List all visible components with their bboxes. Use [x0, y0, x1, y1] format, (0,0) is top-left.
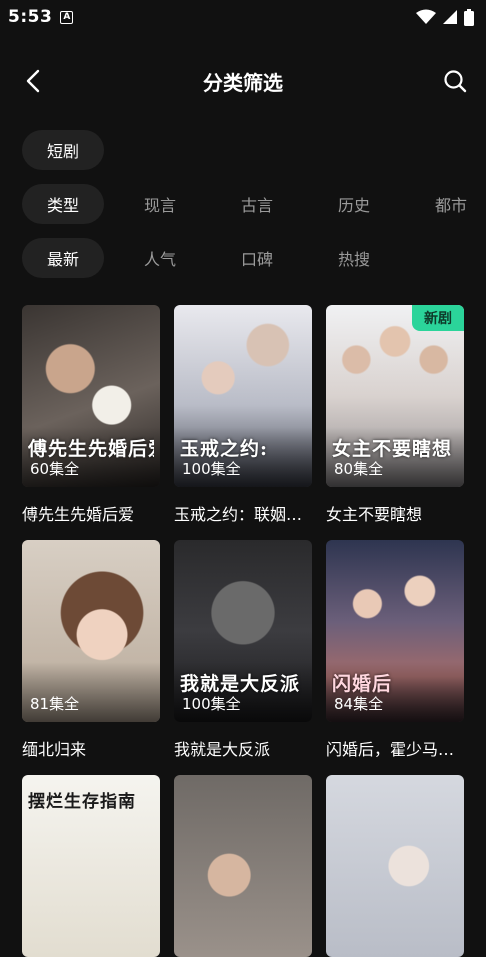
episode-count: 100集全	[182, 460, 241, 478]
drama-card[interactable]: 摆烂生存指南	[22, 775, 160, 957]
poster-title-art: 摆烂生存指南	[28, 792, 136, 812]
drama-poster: 闪婚后 84集全	[326, 540, 464, 722]
filter-chip-type[interactable]: 类型	[22, 184, 104, 224]
drama-card[interactable]: 我就是大反派 100集全 我就是大反派	[174, 540, 312, 760]
filter-row-genre: 类型 现言 古言 历史 都市	[22, 184, 486, 224]
drama-poster: 傅先生先婚后爱 60集全	[22, 305, 160, 487]
drama-poster: 新剧 女主不要瞎想 80集全	[326, 305, 464, 487]
wifi-icon	[416, 9, 436, 24]
filter-chip-modern-romance[interactable]: 现言	[119, 184, 201, 224]
chevron-left-icon	[26, 69, 40, 93]
filter-chip-reputation[interactable]: 口碑	[216, 238, 298, 278]
filter-row-category: 短剧	[22, 130, 119, 170]
drama-card[interactable]	[174, 775, 312, 957]
drama-title: 我就是大反派	[174, 740, 271, 759]
drama-title: 闪婚后，霍少马甲藏不住了	[326, 740, 464, 759]
filter-chip-urban[interactable]: 都市	[410, 184, 486, 224]
poster-title-art: 玉戒之约:	[180, 438, 269, 460]
episode-count: 80集全	[334, 460, 384, 478]
drama-title: 玉戒之约：联姻战里的真心	[174, 505, 312, 524]
drama-card[interactable]: 玉戒之约: 100集全 玉戒之约：联姻战里的真心	[174, 305, 312, 525]
status-time: 5:53	[8, 7, 53, 27]
status-bar: 5:53 A	[0, 0, 486, 34]
status-left: 5:53 A	[8, 7, 74, 27]
cellular-signal-icon	[443, 10, 457, 24]
drama-poster: 81集全	[22, 540, 160, 722]
drama-poster: 玉戒之约: 100集全	[174, 305, 312, 487]
drama-poster: 摆烂生存指南	[22, 775, 160, 957]
drama-poster	[174, 775, 312, 957]
drama-card[interactable]: 新剧 女主不要瞎想 80集全 女主不要瞎想	[326, 305, 464, 525]
drama-title: 傅先生先婚后爱	[22, 505, 135, 524]
new-badge: 新剧	[412, 305, 464, 331]
page-title: 分类筛选	[203, 70, 283, 95]
poster-title-art: 傅先生先婚后爱	[28, 438, 154, 460]
filter-chip-trending[interactable]: 热搜	[313, 238, 395, 278]
drama-card[interactable]: 傅先生先婚后爱 60集全 傅先生先婚后爱	[22, 305, 160, 525]
drama-card[interactable]: 闪婚后 84集全 闪婚后，霍少马甲藏不住了	[326, 540, 464, 760]
drama-card[interactable]: 81集全 缅北归来	[22, 540, 160, 760]
filter-chip-short-drama[interactable]: 短剧	[22, 130, 104, 170]
status-right	[416, 8, 474, 26]
drama-poster: 我就是大反派 100集全	[174, 540, 312, 722]
poster-title-art: 我就是大反派	[180, 673, 301, 695]
episode-count: 100集全	[182, 695, 241, 713]
episode-count: 81集全	[30, 695, 80, 713]
filter-chip-latest[interactable]: 最新	[22, 238, 104, 278]
header: 分类筛选	[0, 52, 486, 110]
drama-title: 缅北归来	[22, 740, 87, 759]
episode-count: 60集全	[30, 460, 80, 478]
drama-poster	[326, 775, 464, 957]
notification-app-icon: A	[60, 10, 74, 24]
poster-title-art: 闪婚后	[332, 673, 393, 695]
battery-icon	[464, 8, 474, 26]
search-icon	[444, 70, 467, 93]
drama-card[interactable]	[326, 775, 464, 957]
back-button[interactable]	[18, 66, 48, 96]
filter-chip-popular[interactable]: 人气	[119, 238, 201, 278]
poster-title-art: 女主不要瞎想	[332, 438, 453, 460]
filter-chip-ancient-romance[interactable]: 古言	[216, 184, 298, 224]
filter-row-sort: 最新 人气 口碑 热搜	[22, 238, 410, 278]
episode-count: 84集全	[334, 695, 384, 713]
filter-chip-history[interactable]: 历史	[313, 184, 395, 224]
search-button[interactable]	[440, 66, 470, 96]
drama-title: 女主不要瞎想	[326, 505, 423, 524]
